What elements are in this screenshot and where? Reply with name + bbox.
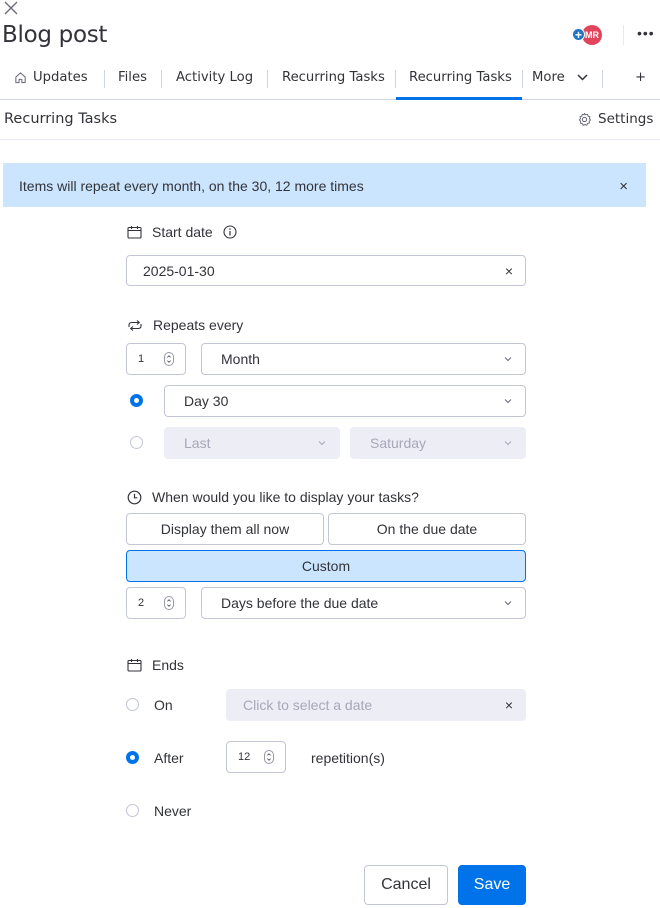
- section-title: Recurring Tasks: [4, 111, 118, 127]
- repeat-icon: [128, 319, 142, 331]
- start-date-input[interactable]: 2025-01-30 ×: [126, 255, 526, 286]
- ends-label-row: Ends: [127, 657, 184, 673]
- tab-divider: [104, 70, 105, 88]
- add-view-button[interactable]: +: [635, 70, 646, 85]
- repetitions-value: 12: [238, 751, 251, 763]
- tab-recurring-tasks-active[interactable]: Recurring Tasks: [409, 70, 512, 85]
- custom-unit-value: Days before the due date: [221, 595, 379, 611]
- info-icon[interactable]: [223, 225, 237, 239]
- ends-on-label: On: [154, 697, 173, 713]
- settings-button[interactable]: Settings: [577, 111, 653, 127]
- tab-more[interactable]: More: [532, 70, 588, 85]
- active-tab-indicator: [396, 97, 522, 100]
- banner-close-icon[interactable]: ×: [619, 178, 628, 195]
- radio-ends-after[interactable]: [126, 751, 139, 764]
- tab-bar: Updates Files Activity Log Recurring Tas…: [0, 60, 660, 100]
- header-divider: [623, 25, 624, 45]
- info-banner: Items will repeat every month, on the 30…: [3, 163, 646, 207]
- repeats-label: Repeats every: [153, 317, 244, 333]
- tab-more-label: More: [532, 70, 565, 85]
- avatar: MR: [582, 25, 602, 45]
- tab-updates[interactable]: Updates: [14, 70, 88, 85]
- home-icon: [15, 72, 26, 84]
- calendar-icon: [127, 659, 142, 672]
- radio-ends-never[interactable]: [126, 804, 139, 817]
- weekday-value: Saturday: [370, 435, 427, 451]
- radio-ends-on[interactable]: [126, 698, 139, 711]
- tab-divider: [267, 70, 268, 88]
- settings-label: Settings: [598, 111, 654, 127]
- tab-divider: [161, 70, 162, 88]
- subscribers-avatar[interactable]: MR +: [572, 25, 606, 45]
- tab-label: Updates: [33, 70, 88, 85]
- ends-on-placeholder: Click to select a date: [243, 697, 373, 713]
- start-date-value: 2025-01-30: [143, 262, 215, 279]
- ordinal-value: Last: [184, 435, 211, 451]
- tab-divider: [522, 70, 523, 88]
- tab-activity-log[interactable]: Activity Log: [176, 70, 253, 85]
- tab-recurring-tasks[interactable]: Recurring Tasks: [282, 70, 385, 85]
- page-title: Blog post: [2, 22, 108, 48]
- stepper-arrows-icon[interactable]: [164, 596, 174, 610]
- chevron-down-icon: [504, 399, 512, 404]
- display-label-row: When would you like to display your task…: [127, 489, 419, 505]
- ordinal-select[interactable]: Last: [164, 427, 340, 459]
- chevron-down-icon: [504, 601, 512, 606]
- ends-on-date-input[interactable]: Click to select a date ×: [226, 689, 526, 721]
- stepper-arrows-icon[interactable]: [264, 750, 274, 764]
- clock-icon: [127, 490, 142, 504]
- calendar-icon: [127, 226, 142, 239]
- start-date-label: Start date: [152, 224, 213, 240]
- repetitions-suffix: repetition(s): [311, 750, 385, 766]
- chevron-down-icon: [504, 357, 512, 362]
- tab-divider: [602, 70, 603, 88]
- chevron-down-icon: [577, 74, 588, 81]
- banner-text: Items will repeat every month, on the 30…: [19, 178, 364, 194]
- start-date-label-row: Start date: [127, 224, 237, 240]
- display-label: When would you like to display your task…: [152, 489, 419, 505]
- custom-unit-select[interactable]: Days before the due date: [201, 587, 526, 619]
- ends-never-label: Never: [154, 803, 192, 819]
- chevron-down-icon: [504, 441, 512, 446]
- day-of-month-select[interactable]: Day 30: [164, 385, 526, 417]
- tab-files[interactable]: Files: [118, 70, 147, 85]
- tab-divider: [395, 70, 396, 88]
- repeats-label-row: Repeats every: [127, 317, 243, 333]
- ends-label: Ends: [152, 657, 184, 673]
- save-button[interactable]: Save: [458, 865, 526, 905]
- weekday-select[interactable]: Saturday: [350, 427, 526, 459]
- ends-after-label: After: [154, 750, 184, 766]
- custom-button[interactable]: Custom: [126, 550, 526, 582]
- gear-icon: [578, 112, 592, 126]
- chevron-down-icon: [318, 441, 326, 446]
- clear-start-date-icon[interactable]: ×: [505, 263, 513, 279]
- add-subscriber-icon[interactable]: +: [572, 28, 585, 41]
- repeat-interval-value: 1: [138, 353, 145, 365]
- repeat-unit-select[interactable]: Month: [201, 343, 526, 375]
- display-all-now-button[interactable]: Display them all now: [126, 513, 324, 545]
- more-options-icon[interactable]: •••: [637, 25, 655, 41]
- stepper-arrows-icon[interactable]: [164, 352, 174, 366]
- on-due-date-button[interactable]: On the due date: [328, 513, 526, 545]
- repetitions-stepper[interactable]: 12: [226, 741, 286, 773]
- close-icon[interactable]: [2, 0, 18, 16]
- repeat-unit-value: Month: [221, 351, 260, 367]
- repeat-interval-stepper[interactable]: 1: [126, 343, 186, 375]
- custom-days-value: 2: [138, 597, 145, 609]
- day-of-month-value: Day 30: [184, 393, 229, 409]
- cancel-button[interactable]: Cancel: [364, 865, 448, 905]
- radio-weekday-of-month[interactable]: [130, 436, 143, 449]
- section-divider: [0, 139, 660, 140]
- clear-end-date-icon[interactable]: ×: [505, 697, 513, 713]
- custom-days-stepper[interactable]: 2: [126, 587, 186, 619]
- radio-day-of-month[interactable]: [130, 394, 143, 407]
